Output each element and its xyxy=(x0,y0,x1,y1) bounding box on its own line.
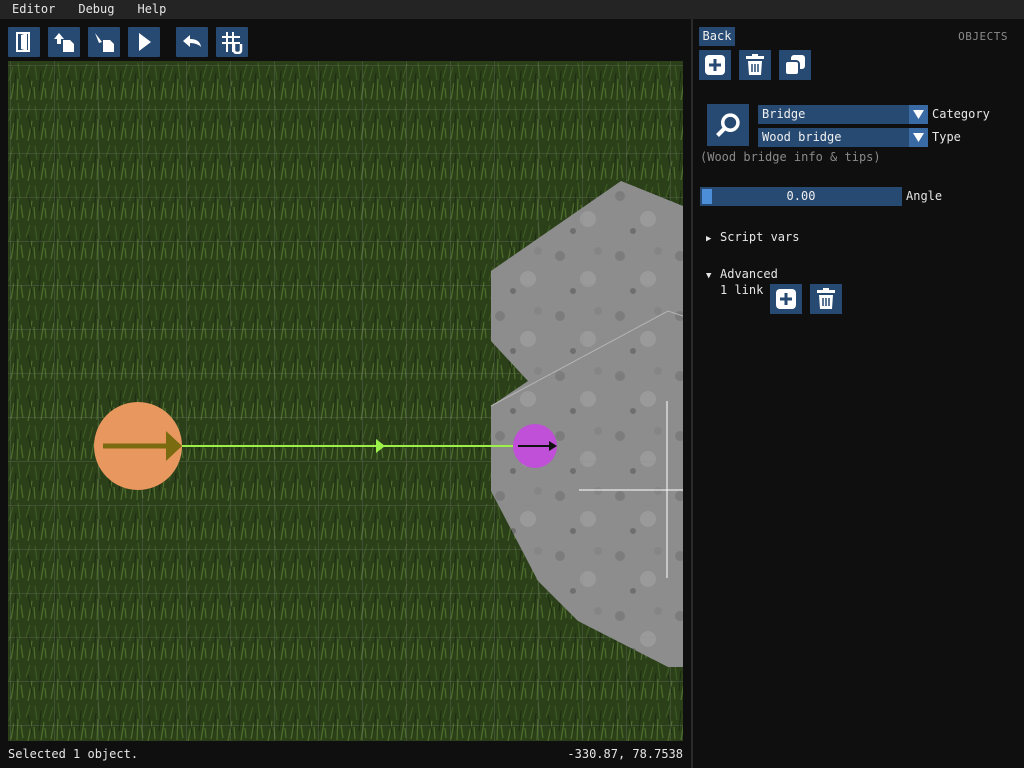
menu-editor[interactable]: Editor xyxy=(0,0,66,19)
search-button[interactable] xyxy=(707,104,749,146)
editor-canvas-pane: Selected 1 object. -330.87, 78.7538 xyxy=(0,19,691,768)
trash-icon xyxy=(817,288,835,309)
search-icon xyxy=(716,113,740,137)
category-value: Bridge xyxy=(762,107,806,121)
status-message: Selected 1 object. xyxy=(8,747,139,761)
script-vars-node[interactable]: ▶ Script vars xyxy=(706,229,799,247)
type-dropdown[interactable]: Wood bridge xyxy=(758,128,928,147)
undo-icon xyxy=(183,35,201,47)
exit-door-icon xyxy=(16,32,30,52)
back-button[interactable]: Back xyxy=(699,27,735,46)
add-link-button[interactable] xyxy=(770,284,802,314)
chevron-down-icon xyxy=(909,105,928,124)
play-icon xyxy=(139,33,151,51)
exit-button[interactable] xyxy=(8,27,40,57)
triangle-right-icon: ▶ xyxy=(706,234,712,244)
snap-button[interactable] xyxy=(216,27,248,57)
status-bar: Selected 1 object. -330.87, 78.7538 xyxy=(8,746,683,762)
duplicate-object-button[interactable] xyxy=(779,50,811,80)
angle-label: Angle xyxy=(906,189,943,203)
scene-canvas xyxy=(8,61,683,741)
delete-link-button[interactable] xyxy=(810,284,842,314)
advanced-node[interactable]: ▼ Advanced xyxy=(706,266,778,284)
links-count: 1 link xyxy=(720,283,764,297)
menu-bar: Editor Debug Help xyxy=(0,0,1024,19)
plus-icon xyxy=(705,55,725,75)
trash-icon xyxy=(746,54,764,75)
plus-icon xyxy=(776,289,796,309)
triangle-down-icon: ▼ xyxy=(706,271,712,281)
delete-object-button[interactable] xyxy=(739,50,771,80)
save-button[interactable] xyxy=(48,27,80,57)
duplicate-icon xyxy=(784,55,805,76)
slider-grab-handle[interactable] xyxy=(702,189,712,204)
category-dropdown[interactable]: Bridge xyxy=(758,105,928,124)
add-object-button[interactable] xyxy=(699,50,731,80)
category-label: Category xyxy=(932,107,990,121)
objects-panel: Back OBJECTS Bridge Category Wood bridge… xyxy=(693,19,1024,768)
upload-arrow-icon xyxy=(54,33,74,52)
type-value: Wood bridge xyxy=(762,130,842,144)
play-button[interactable] xyxy=(128,27,160,57)
cursor-coordinates: -330.87, 78.7538 xyxy=(567,747,683,761)
type-label: Type xyxy=(932,130,961,144)
editor-grid xyxy=(8,61,683,741)
grid-snap-icon xyxy=(222,32,243,54)
reload-button[interactable] xyxy=(88,27,120,57)
panel-title: OBJECTS xyxy=(958,30,1008,43)
chevron-down-icon xyxy=(909,128,928,147)
editor-viewport[interactable] xyxy=(8,61,683,741)
advanced-label: Advanced xyxy=(720,267,778,281)
menu-help[interactable]: Help xyxy=(125,0,177,19)
reload-file-icon xyxy=(95,33,114,52)
undo-button[interactable] xyxy=(176,27,208,57)
angle-value: 0.00 xyxy=(786,189,816,203)
angle-slider[interactable]: 0.00 xyxy=(700,187,902,206)
menu-debug[interactable]: Debug xyxy=(66,0,125,19)
object-info-text: (Wood bridge info & tips) xyxy=(700,150,881,164)
script-vars-label: Script vars xyxy=(720,230,800,244)
